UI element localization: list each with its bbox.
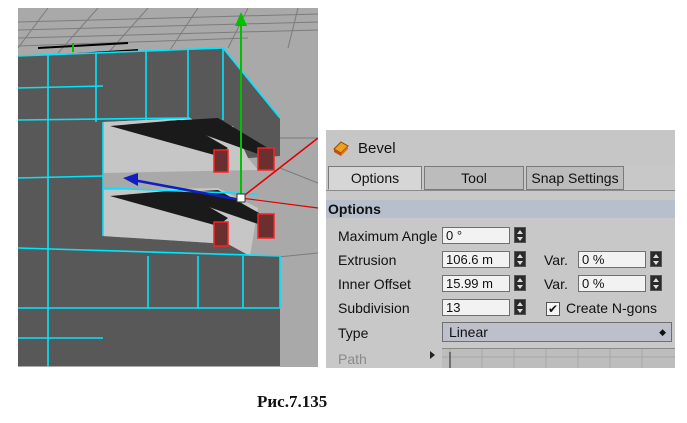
maximum-angle-label: Maximum Angle — [338, 228, 438, 244]
bevel-tool-icon — [333, 141, 349, 156]
extrusion-var-field[interactable]: 0 % — [578, 251, 646, 268]
tab-bar: Options Tool Snap Settings — [328, 166, 673, 190]
create-ngons-label: Create N-gons — [566, 300, 658, 316]
create-ngons-checkbox[interactable]: ✔ — [546, 302, 560, 316]
inner-offset-var-spinner-icon[interactable] — [650, 275, 662, 291]
figure-caption: Рис.7.135 — [257, 392, 328, 411]
type-dropdown[interactable]: Linear ◆ — [442, 322, 672, 342]
panel-title: Bevel — [358, 140, 396, 157]
tab-divider — [326, 190, 675, 191]
type-label: Type — [338, 325, 369, 341]
subdivision-spinner-icon[interactable] — [514, 299, 526, 315]
tab-snap-settings[interactable]: Snap Settings — [526, 166, 624, 190]
path-spline-graph[interactable] — [442, 348, 675, 368]
subdivision-label: Subdivision — [338, 300, 410, 316]
extrusion-var-spinner-icon[interactable] — [650, 251, 662, 267]
subdivision-field[interactable]: 13 — [442, 299, 510, 316]
bevel-panel: Bevel Options Tool Snap Settings Options… — [326, 130, 675, 368]
path-expand-arrow-icon[interactable] — [430, 351, 435, 359]
extrusion-field[interactable]: 106.6 m — [442, 251, 510, 268]
maximum-angle-spinner-icon[interactable] — [514, 227, 526, 243]
viewport-scene — [18, 8, 318, 366]
type-dropdown-value: Linear — [449, 324, 488, 340]
path-label: Path — [338, 351, 367, 367]
path-graph-grid — [442, 349, 675, 368]
extrusion-label: Extrusion — [338, 252, 397, 268]
tab-options[interactable]: Options — [328, 166, 422, 190]
maximum-angle-field[interactable]: 0 ° — [442, 227, 510, 244]
dropdown-arrow-icon: ◆ — [659, 327, 666, 337]
panel-titlebar: Bevel — [326, 130, 675, 166]
inner-offset-label: Inner Offset — [338, 276, 411, 292]
inner-offset-spinner-icon[interactable] — [514, 275, 526, 291]
extrusion-spinner-icon[interactable] — [514, 251, 526, 267]
options-section-header: Options — [326, 200, 675, 218]
inner-offset-field[interactable]: 15.99 m — [442, 275, 510, 292]
3d-viewport[interactable] — [18, 8, 318, 367]
tab-tool[interactable]: Tool — [424, 166, 524, 190]
extrusion-var-label: Var. — [544, 252, 568, 268]
inner-offset-var-field[interactable]: 0 % — [578, 275, 646, 292]
inner-offset-var-label: Var. — [544, 276, 568, 292]
